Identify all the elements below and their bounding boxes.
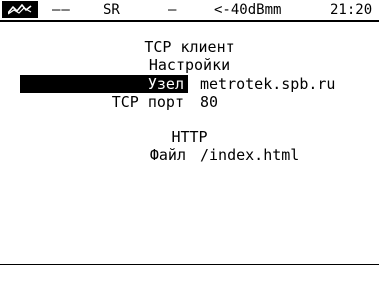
tcp-port-label: TCP порт [111,93,184,111]
tcp-client-title: TCP клиент [144,38,235,56]
status-separator: — [168,2,177,18]
bottom-divider [0,264,379,265]
tcp-port-value[interactable]: 80 [200,93,218,111]
status-mode: SR [103,2,120,18]
settings-subtitle: Настройки [148,56,231,74]
host-field-value[interactable]: metrotek.spb.ru [200,75,335,93]
http-title: HTTP [171,128,208,146]
status-clock: 21:20 [330,2,373,18]
file-path-value[interactable]: /index.html [200,146,299,164]
status-power-level: <-40dBmm [214,2,282,18]
file-label: Файл [149,146,186,164]
signal-wave-icon [2,1,38,18]
host-field-label[interactable]: Узел [20,75,188,93]
device-screen: —— SR — <-40dBmm 21:20 TCP клиент Настро… [0,0,379,286]
status-bar: —— SR — <-40dBmm 21:20 [0,0,379,22]
status-dashes: —— [52,2,71,18]
